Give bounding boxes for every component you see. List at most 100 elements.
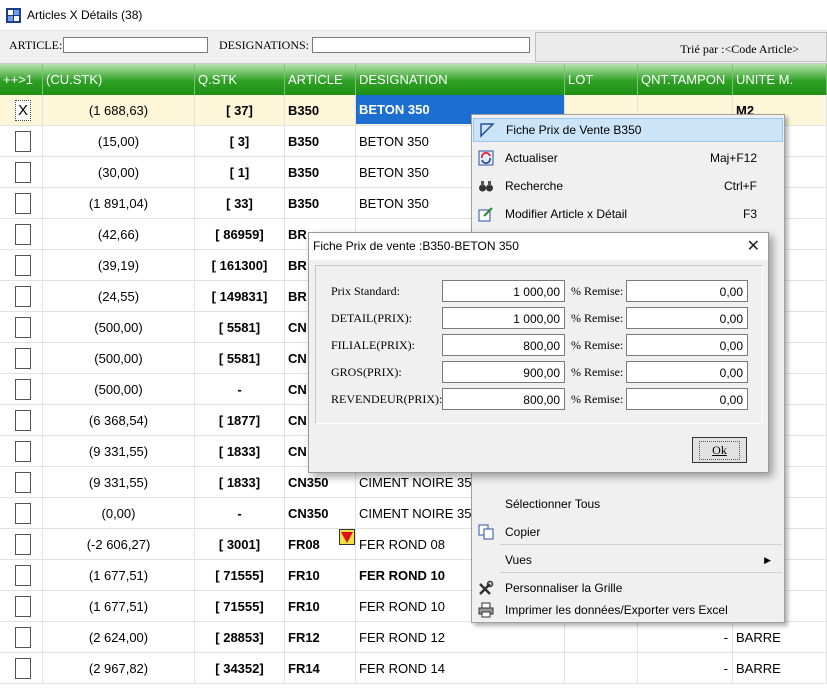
table-row[interactable]: (2 624,00)[ 28853] FR12 FER ROND 12 - BARRE [0, 622, 827, 653]
menu-item-recherche[interactable]: Recherche Ctrl+F [473, 174, 783, 198]
article-cell: FR10 [285, 591, 356, 622]
row-checkbox[interactable] [15, 658, 31, 679]
row-checkbox[interactable] [15, 441, 31, 462]
article-filter-input[interactable] [63, 37, 208, 53]
menu-item-selectionner-tous[interactable]: Sélectionner Tous [473, 492, 783, 516]
check-cell[interactable] [0, 529, 43, 560]
menu-item-label: Imprimer les données/Exporter vers Excel [505, 603, 728, 617]
app-icon [6, 7, 21, 23]
column-header-lot[interactable]: LOT [565, 64, 638, 95]
designation-text: FER ROND 10 [359, 568, 445, 583]
check-cell[interactable] [0, 498, 43, 529]
check-cell[interactable] [0, 343, 43, 374]
column-header-article[interactable]: ARTICLE [285, 64, 356, 95]
check-cell[interactable] [0, 126, 43, 157]
remise-input-standard[interactable]: 0,00 [626, 280, 748, 302]
remise-input-gros[interactable]: 0,00 [626, 361, 748, 383]
check-cell[interactable] [0, 250, 43, 281]
row-checkbox[interactable] [15, 565, 31, 586]
column-header-cu-stk[interactable]: (CU.STK) [43, 64, 195, 95]
ok-button[interactable]: Ok [692, 437, 747, 463]
dialog-title: Fiche Prix de vente :B350-BETON 350 [309, 233, 768, 260]
q-stk-cell: [ 28853] [195, 622, 285, 653]
menu-item-label: Vues [505, 553, 532, 567]
check-cell[interactable] [0, 405, 43, 436]
menu-item-personnaliser[interactable]: Personnaliser la Grille [473, 576, 783, 600]
sort-indicator[interactable]: Trié par :<Code Article> [535, 32, 827, 62]
row-checkbox[interactable] [15, 348, 31, 369]
designation-text: FER ROND 10 [359, 599, 445, 614]
check-cell[interactable] [0, 374, 43, 405]
column-header-unite[interactable]: UNITE M. [733, 64, 827, 95]
designation-text: BETON 350 [359, 134, 429, 149]
price-input-gros[interactable]: 900,00 [442, 361, 565, 383]
remise-input-detail[interactable]: 0,00 [626, 307, 748, 329]
article-cell: B350 [285, 188, 356, 219]
designation-cell: FER ROND 14 [356, 653, 565, 684]
q-stk-cell: [ 161300] [195, 250, 285, 281]
row-checkbox[interactable] [15, 162, 31, 183]
designations-filter-input[interactable] [312, 37, 530, 53]
article-filter-label: ARTICLE: [9, 38, 63, 52]
menu-item-imprimer[interactable]: Imprimer les données/Exporter vers Excel [473, 598, 783, 622]
row-checkbox[interactable]: X [15, 100, 31, 121]
remise-input-revendeur[interactable]: 0,00 [626, 388, 748, 410]
row-checkbox[interactable] [15, 534, 31, 555]
price-sheet-icon [479, 122, 495, 138]
check-cell[interactable]: X [0, 95, 43, 126]
row-checkbox[interactable] [15, 379, 31, 400]
column-header-q-stk[interactable]: Q.STK [195, 64, 285, 95]
menu-item-vues[interactable]: Vues ▶ [473, 548, 783, 572]
price-label-gros: GROS(PRIX): [331, 365, 402, 379]
check-cell[interactable] [0, 219, 43, 250]
check-cell[interactable] [0, 622, 43, 653]
price-input-filiale[interactable]: 800,00 [442, 334, 565, 356]
remise-input-filiale[interactable]: 0,00 [626, 334, 748, 356]
price-input-standard[interactable]: 1 000,00 [442, 280, 565, 302]
row-checkbox[interactable] [15, 472, 31, 493]
check-cell[interactable] [0, 560, 43, 591]
column-header-qnt-tampon[interactable]: QNT.TAMPON [638, 64, 733, 95]
row-checkbox[interactable] [15, 596, 31, 617]
check-cell[interactable] [0, 188, 43, 219]
check-cell[interactable] [0, 436, 43, 467]
menu-item-fiche-prix[interactable]: Fiche Prix de Vente B350 [473, 118, 783, 142]
q-stk-cell: [ 86959] [195, 219, 285, 250]
cu-stk-cell: (500,00) [43, 374, 195, 405]
menu-item-actualiser[interactable]: Actualiser Maj+F12 [473, 146, 783, 170]
menu-item-label: Modifier Article x Détail [505, 207, 628, 221]
menu-item-shortcut: F3 [742, 207, 757, 221]
row-checkbox[interactable] [15, 131, 31, 152]
row-checkbox[interactable] [15, 255, 31, 276]
column-header-check[interactable]: ++>1 [0, 64, 43, 95]
menu-item-copier[interactable]: Copier [473, 520, 783, 544]
check-cell[interactable] [0, 653, 43, 684]
check-cell[interactable] [0, 157, 43, 188]
cu-stk-cell: (-2 606,27) [43, 529, 195, 560]
price-input-detail[interactable]: 1 000,00 [442, 307, 565, 329]
price-input-revendeur[interactable]: 800,00 [442, 388, 565, 410]
check-cell[interactable] [0, 591, 43, 622]
close-icon[interactable]: ✕ [747, 236, 760, 256]
article-cell: B350 [285, 126, 356, 157]
menu-item-label: Personnaliser la Grille [505, 581, 623, 595]
row-checkbox[interactable] [15, 317, 31, 338]
cu-stk-cell: (6 368,54) [43, 405, 195, 436]
cu-stk-cell: (42,66) [43, 219, 195, 250]
article-cell: FR12 [285, 622, 356, 653]
cu-stk-cell: (1 677,51) [43, 591, 195, 622]
q-stk-cell: [ 5581] [195, 343, 285, 374]
row-checkbox[interactable] [15, 193, 31, 214]
row-checkbox[interactable] [15, 286, 31, 307]
check-cell[interactable] [0, 281, 43, 312]
row-checkbox[interactable] [15, 410, 31, 431]
row-checkbox[interactable] [15, 224, 31, 245]
row-checkbox[interactable] [15, 503, 31, 524]
cu-stk-cell: (1 688,63) [43, 95, 195, 126]
menu-item-modifier[interactable]: Modifier Article x Détail F3 [473, 202, 783, 226]
check-cell[interactable] [0, 467, 43, 498]
check-cell[interactable] [0, 312, 43, 343]
table-row[interactable]: (2 967,82)[ 34352] FR14 FER ROND 14 - BARRE [0, 653, 827, 684]
row-checkbox[interactable] [15, 627, 31, 648]
column-header-designation[interactable]: DESIGNATION [356, 64, 565, 95]
